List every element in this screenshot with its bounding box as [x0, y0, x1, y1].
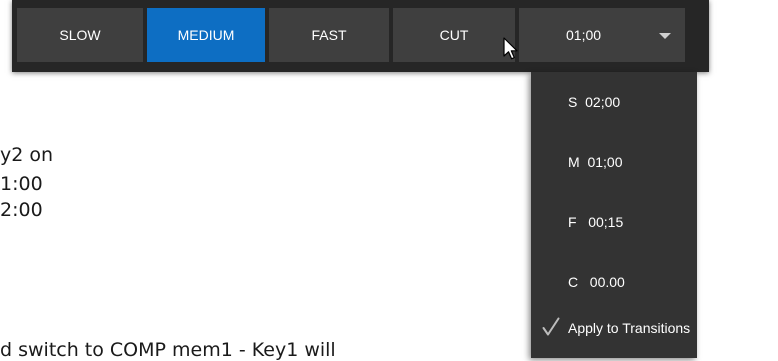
mouse-pointer-icon [503, 37, 518, 60]
transition-speed-bar: SLOW MEDIUM FAST CUT 01;00 [0, 8, 685, 62]
doc-text-line: 2:00 [0, 199, 43, 221]
slow-button[interactable]: SLOW [17, 8, 143, 62]
cut-button[interactable]: CUT [393, 8, 515, 62]
checkmark-icon [542, 317, 560, 336]
menu-item-fast[interactable]: F 00;15 [531, 202, 697, 242]
duration-dropdown[interactable]: 01;00 [519, 8, 685, 62]
menu-item-slow[interactable]: S 02;00 [531, 82, 697, 122]
medium-button[interactable]: MEDIUM [147, 8, 265, 62]
menu-item-cut[interactable]: C 00.00 [531, 262, 697, 302]
apply-to-transitions-option[interactable]: Apply to Transitions [531, 308, 697, 348]
menu-item-medium[interactable]: M 01;00 [531, 142, 697, 182]
doc-text-line: y2 on [0, 144, 54, 166]
duration-menu: S 02;00 M 01;00 F 00;15 C 00.00 Apply to… [531, 72, 697, 358]
fast-button[interactable]: FAST [269, 8, 389, 62]
chevron-down-icon [659, 33, 671, 39]
doc-text-line: 1:00 [0, 173, 43, 195]
duration-value: 01;00 [566, 27, 602, 43]
